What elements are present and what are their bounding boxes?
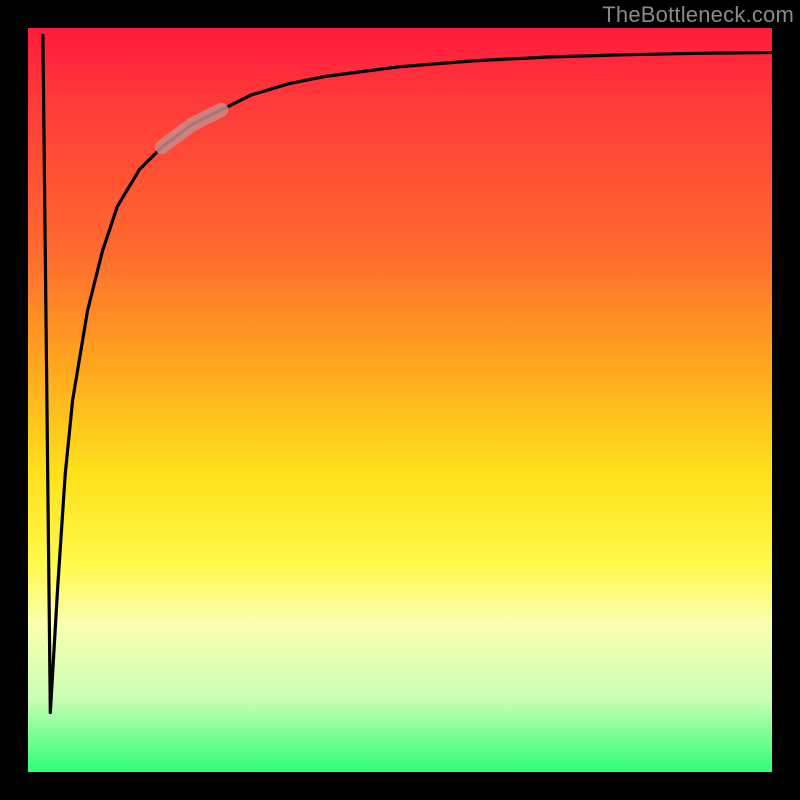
watermark-text: TheBottleneck.com xyxy=(602,2,794,28)
chart-frame: TheBottleneck.com xyxy=(0,0,800,800)
curve-svg xyxy=(28,28,772,772)
curve-highlight-segment xyxy=(162,110,222,147)
bottleneck-curve xyxy=(43,35,772,712)
plot-area xyxy=(28,28,772,772)
